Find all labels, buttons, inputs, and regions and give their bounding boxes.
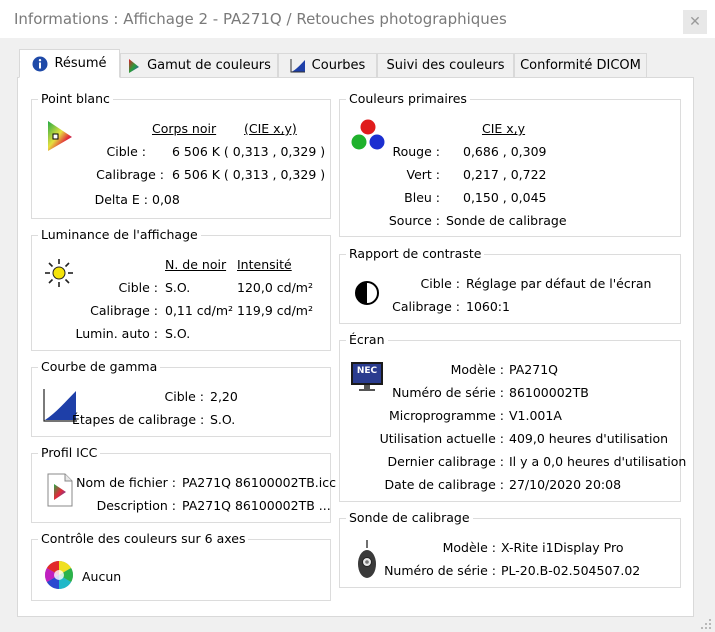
red-value: 0,686 , 0,309 (463, 144, 547, 159)
last-calibration-value: Il y a 0,0 heures d'utilisation (509, 454, 687, 469)
serial-label: Numéro de série : (384, 563, 496, 578)
gamut-icon (129, 58, 140, 73)
group-title: Courbe de gamma (38, 359, 161, 374)
last-calibration-label: Dernier calibrage : (387, 454, 504, 469)
target-label: Cible : (420, 276, 460, 291)
delta-e-value: 0,08 (152, 192, 180, 207)
icc-profile-group: Profil ICC Nom de fichier : PA271Q 86100… (31, 445, 336, 523)
calibration-label: Calibrage : (96, 167, 164, 182)
tab-dicom[interactable]: Conformité DICOM (514, 53, 647, 78)
calibration-steps-value: S.O. (210, 412, 236, 427)
source-value: Sonde de calibrage (446, 213, 567, 228)
white-point-group: Point blanc Corps noir (CIE x,y) Cible :… (31, 91, 331, 219)
green-label: Vert : (406, 167, 441, 182)
window-title: Informations : Affichage 2 - PA271Q / Re… (14, 10, 507, 28)
tab-label: Gamut de couleurs (147, 58, 271, 73)
model-value: PA271Q (509, 362, 558, 377)
firmware-value: V1.001A (509, 408, 562, 423)
group-title: Écran (346, 332, 388, 347)
target-intensity: 120,0 cd/m² (237, 280, 313, 295)
target-label: Cible : (164, 389, 204, 404)
group-title: Profil ICC (38, 445, 101, 460)
color-wheel-icon (45, 561, 73, 589)
probe-group: Sonde de calibrage Modèle : X-Rite i1Dis… (339, 510, 681, 588)
tab-label: Suivi des couleurs (386, 58, 505, 73)
resize-grip-icon[interactable] (700, 618, 712, 630)
title-bar: Informations : Affichage 2 - PA271Q / Re… (0, 0, 715, 38)
calibration-value: 1060:1 (466, 299, 510, 314)
blue-label: Bleu : (404, 190, 440, 205)
curve-icon (290, 58, 305, 72)
luminance-group: Luminance de l'affichage N. de noir Inte… (31, 227, 331, 351)
calibration-label: Calibrage : (392, 299, 460, 314)
calibration-black: 0,11 cd/m² (165, 303, 234, 318)
serial-value: 86100002TB (509, 385, 589, 400)
model-label: Modèle : (450, 362, 504, 377)
usage-label: Utilisation actuelle : (379, 431, 504, 446)
target-label: Cible : (106, 144, 146, 159)
tab-resume[interactable]: Résumé (19, 49, 120, 78)
six-axis-value: Aucun (82, 569, 122, 584)
screen-group: Écran NEC Modèle : PA271Q Numéro de séri… (339, 332, 686, 502)
filename-label: Nom de fichier : (76, 475, 176, 490)
target-value: Réglage par défaut de l'écran (466, 276, 652, 291)
target-label: Cible : (118, 280, 158, 295)
group-title: Contrôle des couleurs sur 6 axes (38, 531, 249, 546)
calibration-date-label: Date de calibrage : (384, 477, 504, 492)
primary-colors-group: Couleurs primaires CIE x,y Rouge : 0,686… (339, 91, 681, 237)
contrast-icon (355, 281, 379, 305)
close-button[interactable]: ✕ (683, 10, 707, 34)
target-value: 6 506 K ( 0,313 , 0,329 ) (172, 144, 326, 159)
six-axis-group: Contrôle des couleurs sur 6 axes Aucun (31, 531, 331, 601)
group-title: Sonde de calibrage (346, 510, 473, 525)
icc-file-icon (47, 473, 73, 507)
corps-noir-header: Corps noir (152, 121, 217, 136)
tab-label: Résumé (54, 56, 107, 71)
gamma-group: Courbe de gamma Cible : 2,20 Étapes de c… (31, 359, 331, 437)
cie-header: CIE x,y (482, 121, 526, 136)
auto-luminance-label: Lumin. auto : (75, 326, 158, 341)
tab-gamut[interactable]: Gamut de couleurs (120, 53, 278, 78)
calibration-value: 6 506 K ( 0,313 , 0,329 ) (172, 167, 326, 182)
serial-label: Numéro de série : (392, 385, 504, 400)
target-value: 2,20 (210, 389, 238, 404)
filename-value: PA271Q 86100002TB.icc (182, 475, 336, 490)
usage-value: 409,0 heures d'utilisation (509, 431, 669, 446)
group-title: Luminance de l'affichage (38, 227, 201, 242)
calibration-date-value: 27/10/2020 20:08 (509, 477, 622, 492)
target-black: S.O. (165, 280, 191, 295)
group-title: Couleurs primaires (346, 91, 470, 106)
tab-label: Conformité DICOM (520, 58, 641, 73)
sun-icon (45, 259, 73, 287)
firmware-label: Microprogramme : (388, 408, 504, 423)
model-label: Modèle : (442, 540, 496, 555)
serial-value: PL-20.B-02.504507.02 (501, 563, 641, 578)
cie-header: (CIE x,y) (244, 121, 297, 136)
model-value: X-Rite i1Display Pro (501, 540, 624, 555)
blue-value: 0,150 , 0,045 (463, 190, 547, 205)
tab-label: Courbes (311, 58, 366, 73)
tab-curves[interactable]: Courbes (278, 53, 377, 78)
source-label: Source : (388, 213, 440, 228)
delta-e-label: Delta E : (94, 192, 148, 207)
auto-luminance-value: S.O. (165, 326, 191, 341)
description-value: PA271Q 86100002TB ... (182, 498, 331, 513)
tab-color-tracking[interactable]: Suivi des couleurs (377, 53, 514, 78)
red-label: Rouge : (392, 144, 440, 159)
group-title: Point blanc (38, 91, 113, 106)
calibration-label: Calibrage : (90, 303, 158, 318)
contrast-group: Rapport de contraste Cible : Réglage par… (339, 246, 681, 324)
calibration-intensity: 119,9 cd/m² (237, 303, 313, 318)
info-icon (32, 56, 48, 71)
group-title: Rapport de contraste (346, 246, 485, 261)
calibration-steps-label: Étapes de calibrage : (72, 412, 205, 427)
green-value: 0,217 , 0,722 (463, 167, 547, 182)
black-level-header: N. de noir (165, 257, 227, 272)
description-label: Description : (96, 498, 176, 513)
intensity-header: Intensité (237, 257, 292, 272)
